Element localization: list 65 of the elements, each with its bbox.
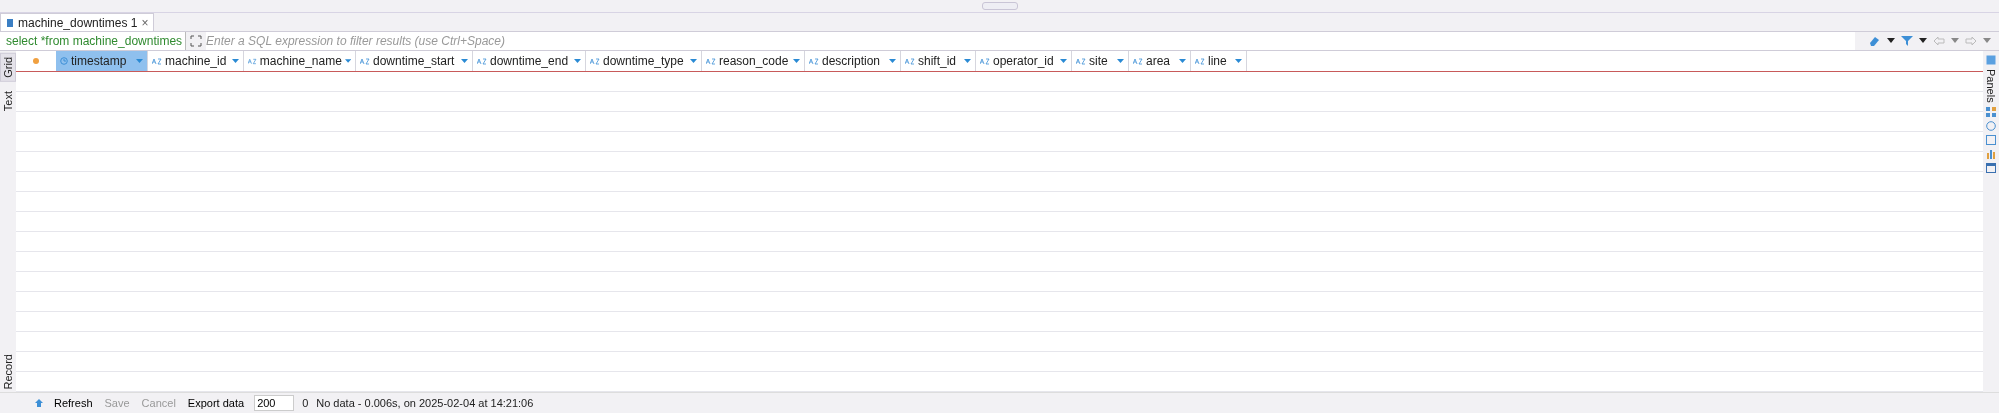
column-header[interactable]: line <box>1191 51 1247 71</box>
column-header[interactable]: operator_id <box>976 51 1072 71</box>
sort-caret-icon[interactable] <box>1179 58 1186 64</box>
panel-icon[interactable] <box>1986 162 1996 173</box>
sort-caret-icon[interactable] <box>461 58 468 64</box>
column-header[interactable]: machine_id <box>148 51 244 71</box>
row-count: 0 <box>302 397 309 409</box>
eraser-icon[interactable] <box>1867 35 1881 47</box>
text-type-icon <box>1195 57 1205 65</box>
status-message: No data - 0.006s, on 2025-02-04 at 14:21:06 <box>316 397 534 409</box>
sort-caret-icon[interactable] <box>574 58 581 64</box>
sort-caret-icon[interactable] <box>690 58 697 64</box>
grid-panel-icon[interactable] <box>1986 106 1996 117</box>
dropdown-caret-icon[interactable] <box>1887 38 1895 44</box>
minimize-handle-icon[interactable] <box>981 2 1018 10</box>
column-header[interactable]: shift_id <box>901 51 976 71</box>
text-type-icon <box>809 57 819 65</box>
column-header[interactable]: machine_name <box>244 51 356 71</box>
expand-icon[interactable] <box>190 35 203 47</box>
column-header[interactable]: description <box>805 51 901 71</box>
sort-caret-icon[interactable] <box>793 58 800 64</box>
fetch-size-field[interactable]: 200 <box>254 395 295 411</box>
text-type-icon <box>248 57 257 65</box>
column-header[interactable]: reason_code <box>702 51 805 71</box>
column-header[interactable]: downtime_type <box>586 51 702 71</box>
filter-icon[interactable] <box>1901 35 1913 47</box>
text-type-icon <box>590 57 600 65</box>
panels-tab[interactable]: Panels <box>1985 69 1997 103</box>
record-tab[interactable]: Record <box>1 350 15 392</box>
sort-caret-icon[interactable] <box>1235 58 1242 64</box>
select-all-icon[interactable] <box>33 58 39 64</box>
sort-caret-icon[interactable] <box>964 58 971 64</box>
filter-input-field[interactable]: Enter a SQL expression to filter results (use Ctrl+Space) <box>206 32 1855 50</box>
table-icon <box>6 17 14 28</box>
close-tab-button[interactable]: × <box>141 15 149 30</box>
sort-caret-icon[interactable] <box>889 58 896 64</box>
sort-caret-icon[interactable] <box>344 58 351 64</box>
dropdown-caret-icon[interactable] <box>1919 38 1927 44</box>
sql-query-text: select *from machine_downtimes <box>0 32 187 50</box>
panels-icon[interactable] <box>1986 55 1996 65</box>
text-type-icon <box>1133 57 1143 65</box>
sort-caret-icon[interactable] <box>1060 58 1067 64</box>
column-header[interactable]: downtime_start <box>356 51 473 71</box>
text-type-icon <box>360 57 370 65</box>
view-tab[interactable]: Grid <box>0 53 16 82</box>
clock-icon <box>60 57 68 65</box>
export-data-button[interactable]: Export data <box>185 397 247 409</box>
column-header[interactable]: area <box>1129 51 1191 71</box>
image-panel-icon[interactable] <box>1986 134 1996 145</box>
bar-chart-icon[interactable] <box>1986 148 1996 159</box>
sort-caret-icon[interactable] <box>1117 58 1124 64</box>
sort-caret-icon[interactable] <box>232 58 239 64</box>
refresh-button[interactable]: Refresh <box>52 397 95 409</box>
column-header[interactable]: downtime_end <box>473 51 586 71</box>
view-tab[interactable]: Text <box>1 87 15 114</box>
text-type-icon <box>1076 57 1086 65</box>
sort-caret-icon[interactable] <box>136 58 143 64</box>
column-header[interactable]: site <box>1072 51 1129 71</box>
text-type-icon <box>152 57 162 65</box>
editor-tab[interactable]: machine_downtimes 1 × <box>0 13 155 31</box>
text-type-icon <box>477 57 487 65</box>
text-type-icon <box>980 57 990 65</box>
text-type-icon <box>905 57 915 65</box>
column-header[interactable]: timestamp <box>56 51 148 71</box>
text-type-icon <box>706 57 716 65</box>
